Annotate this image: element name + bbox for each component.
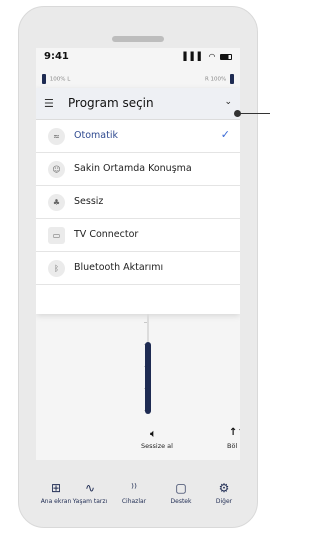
app-screen: 9:41 ▌▌▌ ◠ 100% L R 100% ☰ Program seçin… [36, 48, 240, 460]
program-option-automatic[interactable]: ≈ Otomatik ✓ [36, 120, 240, 153]
device-status: 100% L R 100% [36, 72, 240, 88]
device-right-label: R 100% [204, 76, 227, 83]
program-option-bluetooth[interactable]: ᛒ Bluetooth Aktarımı [36, 252, 240, 285]
bluetooth-icon: ᛒ [48, 260, 65, 277]
phone-speaker [112, 36, 164, 42]
wifi-icon: ◠ [208, 52, 217, 61]
tab-label: Cihazlar [121, 498, 147, 505]
tab-devices[interactable]: ⁾⁾ Cihazlar [114, 480, 154, 522]
tv-connector-icon: ▭ [48, 227, 65, 244]
status-time: 9:41 [44, 51, 69, 62]
program-option-quiet[interactable]: ♣ Sessiz [36, 186, 240, 219]
program-dropdown-header[interactable]: ☰ Program seçin ⌄ [36, 88, 240, 120]
program-option-tv-connector[interactable]: ▭ TV Connector [36, 219, 240, 252]
status-icons: ▌▌▌ ◠ [183, 52, 232, 61]
lifestyle-icon: ∿ [84, 481, 96, 495]
list-icon: ☰ [44, 97, 54, 110]
battery-icon [220, 53, 232, 60]
bottom-tab-bar: ⊞ Ana ekran ∿ Yaşam tarzı ⁾⁾ Cihazlar ▢ … [36, 480, 258, 522]
tab-lifestyle[interactable]: ∿ Yaşam tarzı [70, 480, 110, 522]
tab-support[interactable]: ▢ Destek [161, 480, 201, 522]
settings-icon: ⚙ [218, 481, 230, 495]
tab-label: Yaşam tarzı [72, 498, 108, 505]
volume-tick [144, 322, 147, 323]
program-option-label: Bluetooth Aktarımı [74, 262, 164, 273]
volume-fill[interactable] [145, 342, 151, 414]
speech-quiet-icon: ☺ [48, 161, 65, 178]
support-icon: ▢ [175, 481, 187, 495]
program-option-speech-quiet[interactable]: ☺ Sakin Ortamda Konuşma [36, 153, 240, 186]
devices-icon: ⁾⁾ [131, 481, 137, 495]
automatic-icon: ≈ [48, 128, 65, 145]
device-left: 100% L [40, 74, 70, 84]
tab-other[interactable]: ⚙ Diğer [204, 480, 244, 522]
signal-icon: ▌▌▌ [183, 52, 205, 61]
annotation-line [240, 113, 270, 114]
program-option-label: Sakin Ortamda Konuşma [74, 163, 192, 174]
chevron-down-icon[interactable]: ⌄ [224, 97, 232, 107]
split-icon[interactable]: ↑↑ [229, 427, 240, 438]
program-dropdown-title: Program seçin [68, 96, 154, 110]
quick-actions: 🔈︎ Sessize al ↑↑ Böl [36, 427, 240, 460]
status-bar: 9:41 ▌▌▌ ◠ [36, 48, 240, 70]
quiet-icon: ♣ [48, 194, 65, 211]
split-button-label[interactable]: Böl [227, 442, 237, 450]
check-icon: ✓ [220, 128, 230, 141]
program-option-label: Otomatik [74, 130, 118, 141]
speaker-mute-icon[interactable]: 🔈︎ [150, 427, 157, 441]
left-battery-icon [42, 74, 46, 84]
program-option-label: TV Connector [74, 229, 139, 240]
device-right: R 100% [205, 74, 236, 84]
tab-label: Destek [170, 498, 192, 505]
program-dropdown: ☰ Program seçin ⌄ ≈ Otomatik ✓ ☺ Sakin O… [36, 88, 240, 314]
right-battery-icon [230, 74, 234, 84]
tab-label: Diğer [215, 498, 233, 505]
program-option-label: Sessiz [74, 196, 104, 207]
device-left-label: 100% L [49, 76, 71, 83]
mute-button-label[interactable]: Sessize al [141, 442, 173, 450]
volume-slider[interactable] [36, 314, 240, 424]
